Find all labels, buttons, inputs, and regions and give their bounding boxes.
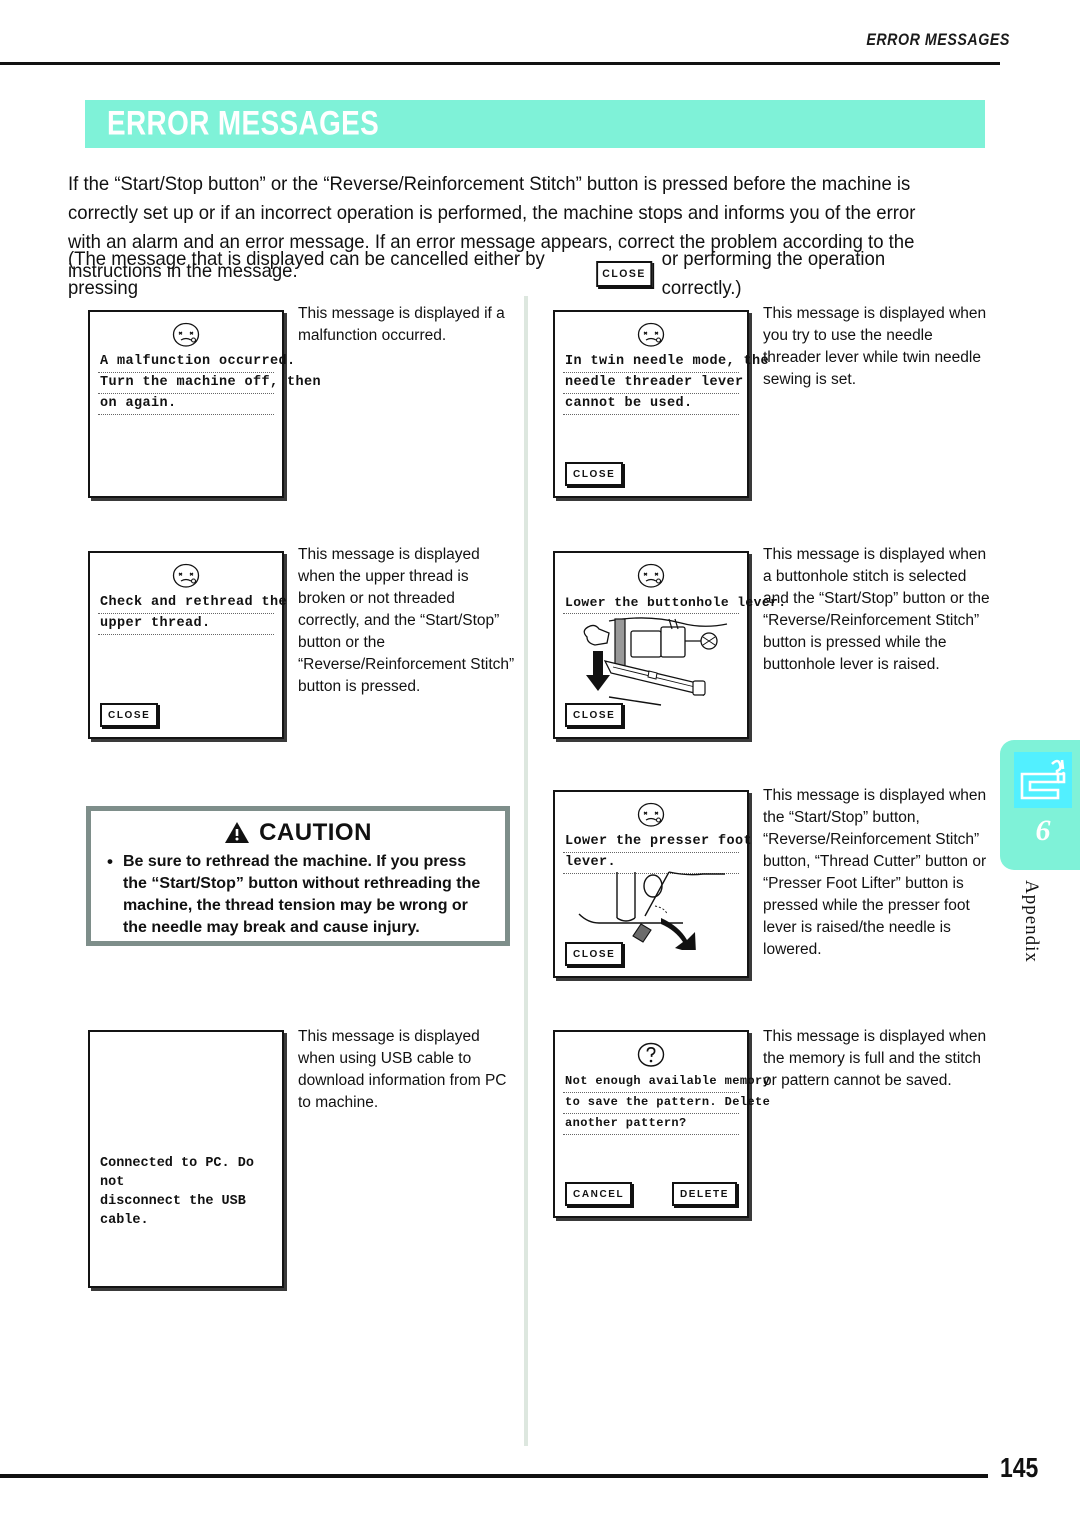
lcd-message-lines: Lower the buttonhole lever. [563, 593, 786, 614]
header-rule [0, 62, 1000, 65]
lcd-line: needle threader lever [563, 373, 743, 394]
lcd-line: Check and rethread the [98, 593, 287, 614]
lcd-screen-buttonhole[interactable]: Lower the buttonhole lever. CLOSE [553, 551, 786, 739]
lcd-screen-twin-needle[interactable]: In twin needle mode, the needle threader… [553, 310, 769, 498]
description-memory-full: This message is displayed when the memor… [763, 1028, 987, 1089]
page-number: 145 [1000, 1452, 1039, 1483]
panel-presser-foot-lever: Lower the presser foot lever. CLOSE [553, 790, 752, 978]
presser-foot-lever-illustration [578, 871, 725, 950]
sewing-machine-question-icon [1014, 752, 1072, 808]
worried-face-icon [172, 563, 200, 588]
lcd-line: disconnect the USB cable. [100, 1194, 246, 1228]
section-banner: ERROR MESSAGES [85, 100, 985, 148]
lcd-line: Connected to PC. Do not [100, 1156, 254, 1190]
description-usb: This message is displayed when using USB… [298, 1028, 507, 1111]
close-button[interactable]: CLOSE [100, 703, 159, 727]
panel-malfunction: A malfunction occurred. Turn the machine… [88, 310, 321, 498]
lcd-line: upper thread. [98, 614, 274, 635]
description-malfunction: This message is displayed if a malfuncti… [298, 305, 505, 344]
description-twin-needle: This message is displayed when you try t… [763, 305, 987, 388]
lcd-line: Turn the machine off, then [98, 373, 321, 394]
close-button[interactable]: CLOSE [565, 703, 624, 727]
panel-memory-full: Not enough available memory to save the … [553, 1030, 770, 1218]
lcd-button-row: CLOSE [565, 703, 737, 727]
lcd-button-row: CANCEL DELETE [565, 1182, 737, 1206]
worried-face-icon [637, 802, 665, 827]
lcd-message-lines: A malfunction occurred. Turn the machine… [98, 352, 321, 415]
caution-bullet: • [107, 852, 113, 871]
lcd-screen-presser-foot[interactable]: Lower the presser foot lever. CLOSE [553, 790, 752, 978]
lcd-line: Lower the presser foot [563, 832, 752, 853]
lcd-message-lines: Not enough available memory to save the … [563, 1072, 770, 1135]
intro-cancel-suffix: or performing the operation correctly.) [661, 248, 886, 299]
panel-usb-connected: Connected to PC. Do not disconnect the U… [88, 1030, 284, 1288]
worried-face-icon [172, 322, 200, 347]
lcd-screen-malfunction[interactable]: A malfunction occurred. Turn the machine… [88, 310, 321, 498]
description-presser-foot: This message is displayed when the “Star… [763, 787, 987, 958]
buttonhole-foot-illustration [583, 617, 728, 706]
panel-twin-needle-threader: In twin needle mode, the needle threader… [553, 310, 769, 498]
close-button[interactable]: CLOSE [565, 942, 624, 966]
description-rethread: This message is displayed when the upper… [298, 546, 515, 695]
lcd-line: A malfunction occurred. [98, 352, 295, 373]
lcd-line: another pattern? [563, 1114, 739, 1135]
lcd-button-row: CLOSE [565, 942, 737, 966]
lcd-screen-rethread[interactable]: Check and rethread the upper thread. CLO… [88, 551, 287, 739]
page-title: ERROR MESSAGES [107, 104, 380, 143]
delete-button[interactable]: DELETE [671, 1182, 737, 1206]
worried-face-icon [637, 322, 665, 347]
lcd-message-lines: Check and rethread the upper thread. [98, 593, 287, 635]
lcd-line: In twin needle mode, the [563, 352, 769, 373]
lcd-line: Lower the buttonhole lever. [563, 593, 786, 614]
panel-rethread-upper-thread: Check and rethread the upper thread. CLO… [88, 551, 287, 739]
running-header-text: ERROR MESSAGES [866, 30, 1010, 49]
warning-triangle-icon [225, 822, 250, 843]
lcd-message-lines: In twin needle mode, the needle threader… [563, 352, 769, 415]
chapter-number: 6 [1035, 814, 1051, 847]
lcd-button-row: CLOSE [100, 703, 272, 727]
cancel-button[interactable]: CANCEL [565, 1182, 633, 1206]
panel-buttonhole-lever: Lower the buttonhole lever. CLOSE [553, 551, 786, 739]
column-divider [524, 296, 528, 1446]
caution-box: CAUTION • Be sure to rethread the machin… [86, 806, 510, 946]
close-button[interactable]: CLOSE [565, 462, 624, 486]
lcd-message-lines: Lower the presser foot lever. [563, 832, 752, 874]
lcd-line: to save the pattern. Delete [563, 1093, 770, 1114]
lcd-screen-usb[interactable]: Connected to PC. Do not disconnect the U… [88, 1030, 284, 1288]
caution-body: • Be sure to rethread the machine. If yo… [91, 847, 505, 939]
lcd-line: cannot be used. [563, 394, 739, 415]
question-face-icon [637, 1042, 665, 1067]
intro-cancel-prefix: (The message that is displayed can be ca… [68, 248, 545, 299]
intro-cancel-line: (The message that is displayed can be ca… [68, 245, 952, 303]
lcd-screen-memory-full[interactable]: Not enough available memory to save the … [553, 1030, 770, 1218]
caution-title-text: CAUTION [259, 819, 372, 846]
lcd-line: Not enough available memory [563, 1072, 770, 1093]
lcd-button-row: CLOSE [565, 462, 737, 486]
chapter-label: Appendix [1021, 880, 1042, 963]
worried-face-icon [637, 563, 665, 588]
close-button-inline[interactable]: CLOSE [595, 261, 653, 287]
description-buttonhole: This message is displayed when a buttonh… [763, 546, 990, 673]
caution-title-row: CAUTION [91, 819, 505, 847]
footer-rule [0, 1474, 988, 1478]
caution-text: Be sure to rethread the machine. If you … [122, 853, 481, 936]
lcd-message-lines: Connected to PC. Do not disconnect the U… [100, 1154, 274, 1230]
chapter-tab: 6 [1000, 740, 1080, 870]
lcd-line: on again. [98, 394, 274, 415]
